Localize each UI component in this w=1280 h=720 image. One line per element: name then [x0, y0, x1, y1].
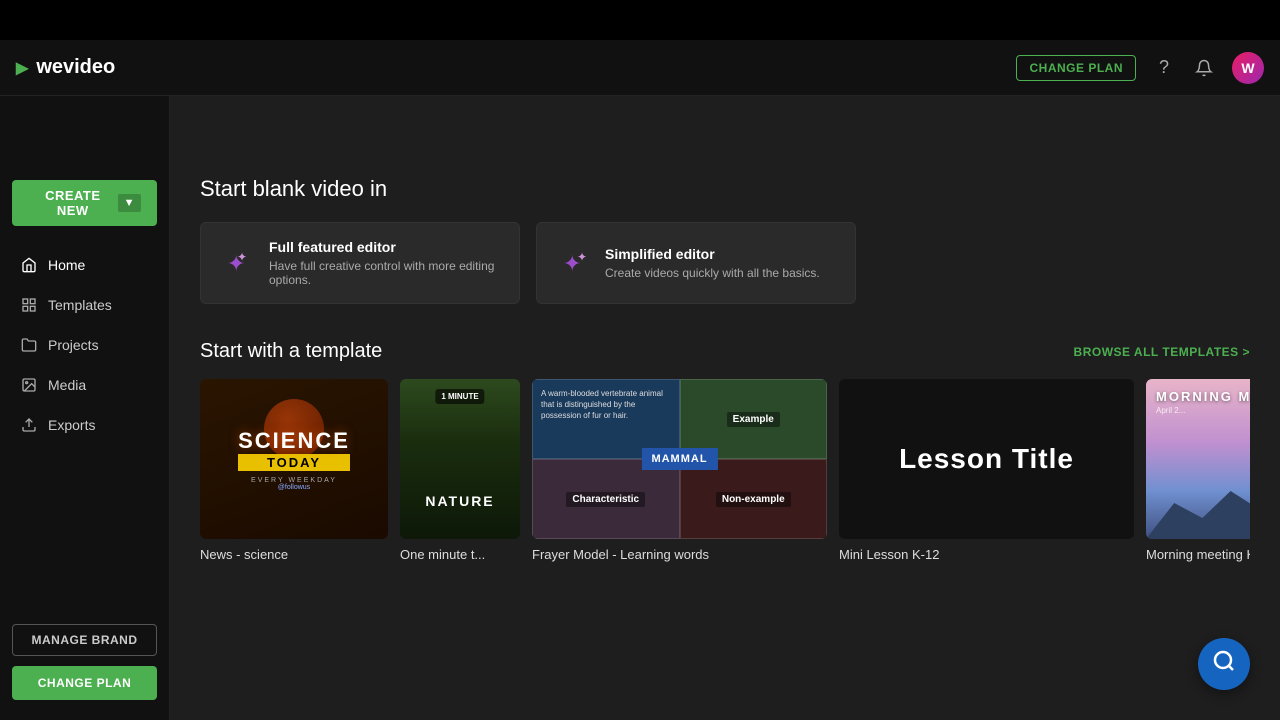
projects-icon — [20, 336, 38, 354]
sidebar: CREATE NEW ▼ Home Templates — [0, 80, 170, 720]
science-today-label: TODAY — [238, 454, 350, 471]
full-featured-editor-card[interactable]: ✦ ✦ Full featured editor Have full creat… — [200, 222, 520, 304]
sidebar-item-home[interactable]: Home — [4, 246, 165, 284]
start-blank-title: Start blank video in — [200, 176, 1250, 202]
home-icon — [20, 256, 38, 274]
science-text-overlay: SCIENCE TODAY EVERY WEEKDAY @followus — [238, 428, 350, 491]
frayer-example-label: Example — [727, 412, 780, 427]
frayer-center-label: MAMMAL — [641, 448, 717, 470]
manage-brand-button[interactable]: MANAGE BRAND — [12, 624, 157, 656]
nature-badge: 1 MINUTE — [435, 389, 484, 404]
morning-meeting-title: MORNING M — [1156, 389, 1250, 404]
templates-icon — [20, 296, 38, 314]
templates-grid: SCIENCE TODAY EVERY WEEKDAY @followus Ne… — [200, 379, 1250, 562]
frayer-definition-text: A warm-blooded vertebrate animal that is… — [541, 389, 663, 420]
avatar[interactable]: W — [1232, 52, 1264, 84]
notification-icon[interactable] — [1192, 56, 1216, 80]
sidebar-item-templates-label: Templates — [48, 297, 112, 313]
template-news-science-thumbnail: SCIENCE TODAY EVERY WEEKDAY @followus — [200, 379, 388, 539]
header: ▶ wevideo CHANGE PLAN ? W — [0, 40, 1280, 96]
sidebar-item-exports-label: Exports — [48, 417, 95, 433]
template-frayer-model[interactable]: A warm-blooded vertebrate animal that is… — [532, 379, 827, 562]
template-mini-lesson[interactable]: Lesson Title Mini Lesson K-12 — [839, 379, 1134, 562]
template-news-science[interactable]: SCIENCE TODAY EVERY WEEKDAY @followus Ne… — [200, 379, 388, 562]
header-right: CHANGE PLAN ? W — [1016, 52, 1264, 84]
full-featured-editor-info: Full featured editor Have full creative … — [269, 239, 499, 287]
template-morning-meeting-thumbnail: MORNING M April 2... › — [1146, 379, 1250, 539]
frayer-non-example-cell: Non-example — [680, 459, 828, 539]
create-new-button[interactable]: CREATE NEW ▼ — [12, 180, 157, 226]
frayer-example-cell: Example — [680, 379, 828, 459]
morning-meeting-subtitle: April 2... — [1156, 406, 1185, 415]
templates-header: Start with a template BROWSE ALL TEMPLAT… — [200, 340, 1250, 363]
sidebar-item-media[interactable]: Media — [4, 366, 165, 404]
search-fab-button[interactable] — [1198, 638, 1250, 690]
frayer-characteristic-cell: Characteristic — [532, 459, 680, 539]
simplified-editor-card[interactable]: ✦ ✦ Simplified editor Create videos quic… — [536, 222, 856, 304]
create-new-label: CREATE NEW — [28, 188, 118, 218]
full-featured-editor-icon: ✦ ✦ — [221, 245, 257, 281]
logo-play-icon: ▶ — [16, 58, 28, 78]
top-bar — [0, 0, 1280, 40]
template-frayer-model-thumbnail: A warm-blooded vertebrate animal that is… — [532, 379, 827, 539]
templates-section-title: Start with a template — [200, 340, 382, 363]
dropdown-arrow-icon: ▼ — [118, 194, 141, 212]
template-morning-meeting[interactable]: MORNING M April 2... › Morning meeting K… — [1146, 379, 1250, 562]
template-one-minute-nature[interactable]: 1 MINUTE NATURE One minute t... — [400, 379, 520, 562]
simplified-editor-icon: ✦ ✦ — [557, 245, 593, 281]
browse-all-templates-link[interactable]: BROWSE ALL TEMPLATES > — [1074, 345, 1250, 359]
science-follow-label: @followus — [238, 484, 350, 491]
exports-icon — [20, 416, 38, 434]
simplified-editor-info: Simplified editor Create videos quickly … — [605, 246, 820, 280]
main-content: Start blank video in ✦ ✦ Full featured e… — [170, 80, 1280, 720]
science-weekday-label: EVERY WEEKDAY — [238, 477, 350, 484]
help-icon[interactable]: ? — [1152, 56, 1176, 80]
svg-text:✦: ✦ — [237, 250, 247, 264]
template-one-minute-nature-title: One minute t... — [400, 547, 520, 562]
app-container: CREATE NEW ▼ Home Templates — [0, 80, 1280, 720]
nature-title: NATURE — [400, 493, 520, 509]
frayer-definition-cell: A warm-blooded vertebrate animal that is… — [532, 379, 680, 459]
logo-text: wevideo — [36, 56, 115, 79]
header-change-plan-button[interactable]: CHANGE PLAN — [1016, 55, 1136, 81]
frayer-characteristic-label: Characteristic — [566, 492, 645, 507]
morning-mountain-graphic — [1146, 479, 1250, 539]
sidebar-bottom: MANAGE BRAND CHANGE PLAN — [0, 624, 169, 700]
template-one-minute-nature-thumbnail: 1 MINUTE NATURE — [400, 379, 520, 539]
template-frayer-model-title: Frayer Model - Learning words — [532, 547, 827, 562]
media-icon — [20, 376, 38, 394]
template-mini-lesson-thumbnail: Lesson Title — [839, 379, 1134, 539]
template-mini-lesson-title: Mini Lesson K-12 — [839, 547, 1134, 562]
template-news-science-title: News - science — [200, 547, 388, 562]
full-featured-editor-desc: Have full creative control with more edi… — [269, 259, 499, 287]
mini-lesson-heading: Lesson Title — [899, 443, 1074, 475]
search-fab-icon — [1212, 649, 1236, 679]
sidebar-item-exports[interactable]: Exports — [4, 406, 165, 444]
sidebar-change-plan-button[interactable]: CHANGE PLAN — [12, 666, 157, 700]
svg-text:✦: ✦ — [577, 250, 587, 264]
simplified-editor-title: Simplified editor — [605, 246, 820, 262]
sidebar-item-templates[interactable]: Templates — [4, 286, 165, 324]
sidebar-item-media-label: Media — [48, 377, 86, 393]
editor-options: ✦ ✦ Full featured editor Have full creat… — [200, 222, 1250, 304]
science-title: SCIENCE — [238, 428, 350, 454]
sidebar-item-projects-label: Projects — [48, 337, 99, 353]
sidebar-item-projects[interactable]: Projects — [4, 326, 165, 364]
sidebar-item-home-label: Home — [48, 257, 85, 273]
logo: ▶ wevideo — [16, 56, 115, 79]
full-featured-editor-title: Full featured editor — [269, 239, 499, 255]
simplified-editor-desc: Create videos quickly with all the basic… — [605, 266, 820, 280]
template-morning-meeting-title: Morning meeting K-12 — [1146, 547, 1250, 562]
frayer-non-example-label: Non-example — [716, 492, 791, 507]
